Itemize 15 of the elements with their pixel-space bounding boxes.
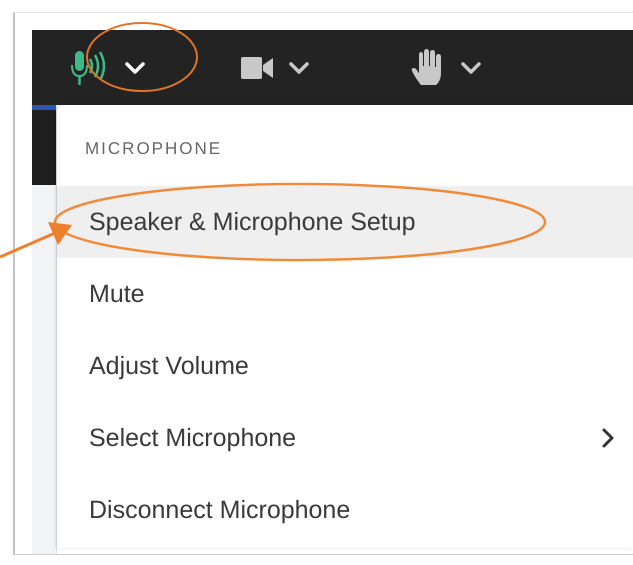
annotation-arrow (0, 222, 72, 258)
menu-item[interactable]: Select Microphone (57, 402, 633, 474)
menu-item[interactable]: Disconnect Microphone (57, 474, 633, 546)
menu-item[interactable]: Adjust Volume (57, 330, 633, 402)
camera-button[interactable] (240, 56, 274, 80)
chevron-right-icon (601, 427, 615, 449)
menu-item[interactable]: Speaker & Microphone Setup (57, 186, 633, 258)
chevron-down-button[interactable] (288, 60, 310, 74)
chevron-down-icon (288, 60, 310, 74)
video-camera-icon (240, 56, 274, 80)
chevron-down-button[interactable] (460, 60, 482, 74)
chevron-down-icon (460, 60, 482, 74)
menu-item[interactable]: Mute (57, 258, 633, 330)
chevron-down-icon (124, 60, 146, 74)
menu-header: MICROPHONE (84, 139, 224, 160)
